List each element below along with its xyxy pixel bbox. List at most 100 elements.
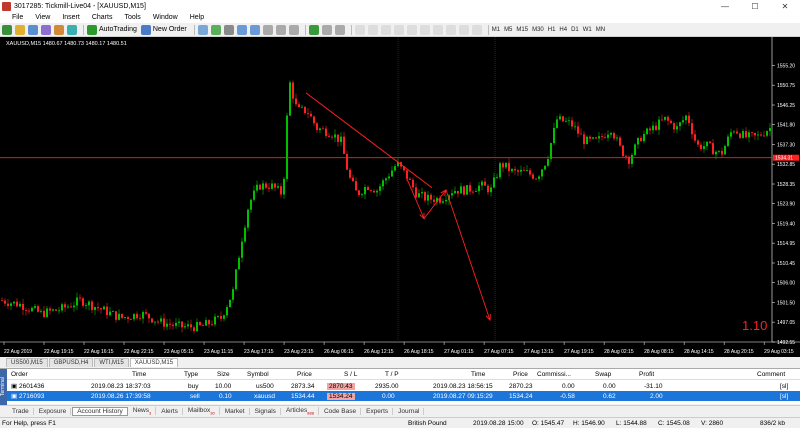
price-chart[interactable]: XAUUSD,M15 1480.67 1480.73 1480.17 1480.…	[0, 37, 800, 357]
col-time[interactable]: Time	[132, 371, 146, 378]
tile-windows-icon[interactable]	[262, 24, 273, 35]
tab-signals[interactable]: Signals	[251, 407, 281, 415]
profiles-icon[interactable]	[15, 24, 25, 35]
y-tick-label: 1514.95	[777, 241, 795, 247]
menu-insert[interactable]: Insert	[62, 14, 80, 21]
tab-code-base[interactable]: Code Base	[320, 407, 362, 415]
candle-body	[235, 269, 237, 290]
col-sl[interactable]: S / L	[344, 371, 357, 378]
fibo-icon[interactable]	[432, 24, 443, 35]
tab-trade[interactable]: Trade	[8, 407, 34, 415]
menu-window[interactable]: Window	[153, 14, 178, 21]
toolbar: AutoTrading New Order M1 M5 M15 M30 H1 H…	[0, 23, 800, 37]
tab-mailbox[interactable]: Mailbox30	[184, 406, 220, 416]
chart-tab-xauusd[interactable]: XAUUSD,M15	[129, 358, 179, 367]
candle-body	[169, 323, 171, 325]
history-row[interactable]: ▣ 2601436 2019.08.23 18:37:03 buy 10.00 …	[7, 381, 800, 391]
minimize-button[interactable]: —	[710, 2, 740, 11]
timeframe-m30[interactable]: M30	[532, 27, 544, 33]
history-row[interactable]: ▣ 2716093 2019.08.26 17:39:58 sell 0.10 …	[7, 391, 800, 401]
new-order-button[interactable]: New Order	[140, 24, 187, 35]
col-tp[interactable]: T / P	[385, 371, 399, 378]
indicators-icon[interactable]	[308, 24, 319, 35]
autoscroll-icon[interactable]	[275, 24, 286, 35]
vertical-line-icon[interactable]	[380, 24, 391, 35]
zoom-in-icon[interactable]	[236, 24, 247, 35]
chart-shift-icon[interactable]	[288, 24, 299, 35]
chart-tab-us500[interactable]: US500,M15	[6, 358, 48, 367]
tab-articles[interactable]: Articles888	[282, 406, 319, 416]
periods-icon[interactable]	[321, 24, 332, 35]
autotrading-button[interactable]: AutoTrading	[87, 24, 137, 35]
terminal-icon[interactable]	[54, 24, 64, 35]
arrows-icon[interactable]	[471, 24, 482, 35]
candlestick-icon[interactable]	[210, 24, 221, 35]
cell-profit: -31.10	[644, 382, 663, 390]
label-icon[interactable]	[458, 24, 469, 35]
tab-experts[interactable]: Experts	[362, 407, 394, 415]
zoom-out-icon[interactable]	[249, 24, 260, 35]
timeframe-m1[interactable]: M1	[492, 27, 500, 33]
col-price[interactable]: Price	[297, 371, 312, 378]
status-traffic: 836/2 kb	[760, 419, 785, 427]
tester-icon[interactable]	[67, 24, 77, 35]
trendline-icon[interactable]	[406, 24, 417, 35]
col-comment[interactable]: Comment	[757, 371, 785, 378]
timeframe-m15[interactable]: M15	[516, 27, 528, 33]
maximize-button[interactable]: ☐	[740, 2, 770, 11]
tab-market[interactable]: Market	[221, 407, 250, 415]
candle-body	[208, 320, 210, 325]
col-symbol[interactable]: Symbol	[247, 371, 269, 378]
chart-tab-gbpusd[interactable]: GBPUSD,H4	[48, 358, 94, 367]
tab-account-history[interactable]: Account History	[72, 406, 128, 416]
market-watch-icon[interactable]	[28, 24, 38, 35]
candle-body	[211, 324, 213, 326]
col-profit[interactable]: Profit	[639, 371, 654, 378]
timeframe-mn[interactable]: MN	[596, 27, 605, 33]
menu-file[interactable]: File	[12, 14, 23, 21]
timeframe-w1[interactable]: W1	[583, 27, 592, 33]
timeframe-d1[interactable]: D1	[571, 27, 579, 33]
chart-tab-wti[interactable]: WTI,M15	[94, 358, 129, 367]
col-close-price[interactable]: Price	[513, 371, 528, 378]
bar-chart-icon[interactable]	[197, 24, 208, 35]
chart-window[interactable]: XAUUSD,M15 1480.67 1480.73 1480.17 1480.…	[0, 37, 800, 357]
timeframe-h1[interactable]: H1	[548, 27, 556, 33]
candle-body	[730, 132, 732, 137]
col-type[interactable]: Type	[184, 371, 198, 378]
status-profile[interactable]: British Pound	[408, 420, 447, 427]
menu-tools[interactable]: Tools	[124, 14, 140, 21]
new-chart-icon[interactable]	[2, 24, 12, 35]
navigator-icon[interactable]	[41, 24, 51, 35]
timeframe-m5[interactable]: M5	[504, 27, 512, 33]
candle-body	[61, 304, 63, 311]
tab-news[interactable]: News3	[129, 406, 157, 416]
tab-label: Alerts	[161, 407, 178, 415]
tab-exposure[interactable]: Exposure	[35, 407, 72, 415]
tab-label: Mailbox	[187, 406, 211, 414]
col-swap[interactable]: Swap	[595, 371, 611, 378]
col-order[interactable]: Order	[11, 371, 28, 378]
crosshair-icon[interactable]	[367, 24, 378, 35]
cursor-icon[interactable]	[354, 24, 365, 35]
col-commission[interactable]: Commissi...	[537, 371, 571, 378]
tab-journal[interactable]: Journal	[394, 407, 425, 415]
horizontal-line-icon[interactable]	[393, 24, 404, 35]
menu-view[interactable]: View	[35, 14, 50, 21]
tab-alerts[interactable]: Alerts	[157, 407, 183, 415]
terminal-side-label[interactable]: Terminal	[0, 369, 7, 405]
text-icon[interactable]	[445, 24, 456, 35]
col-size[interactable]: Size	[217, 371, 230, 378]
candle-body	[88, 301, 90, 306]
templates-icon[interactable]	[334, 24, 345, 35]
line-chart-icon[interactable]	[223, 24, 234, 35]
col-close-time[interactable]: Time	[471, 371, 485, 378]
menu-charts[interactable]: Charts	[92, 14, 113, 21]
channel-icon[interactable]	[419, 24, 430, 35]
menu-help[interactable]: Help	[190, 14, 204, 21]
tab-label: Exposure	[38, 407, 67, 415]
candle-body	[685, 115, 687, 121]
timeframe-h4[interactable]: H4	[559, 27, 567, 33]
y-tick-label: 1546.25	[777, 103, 795, 109]
close-button[interactable]: ✕	[770, 2, 800, 11]
